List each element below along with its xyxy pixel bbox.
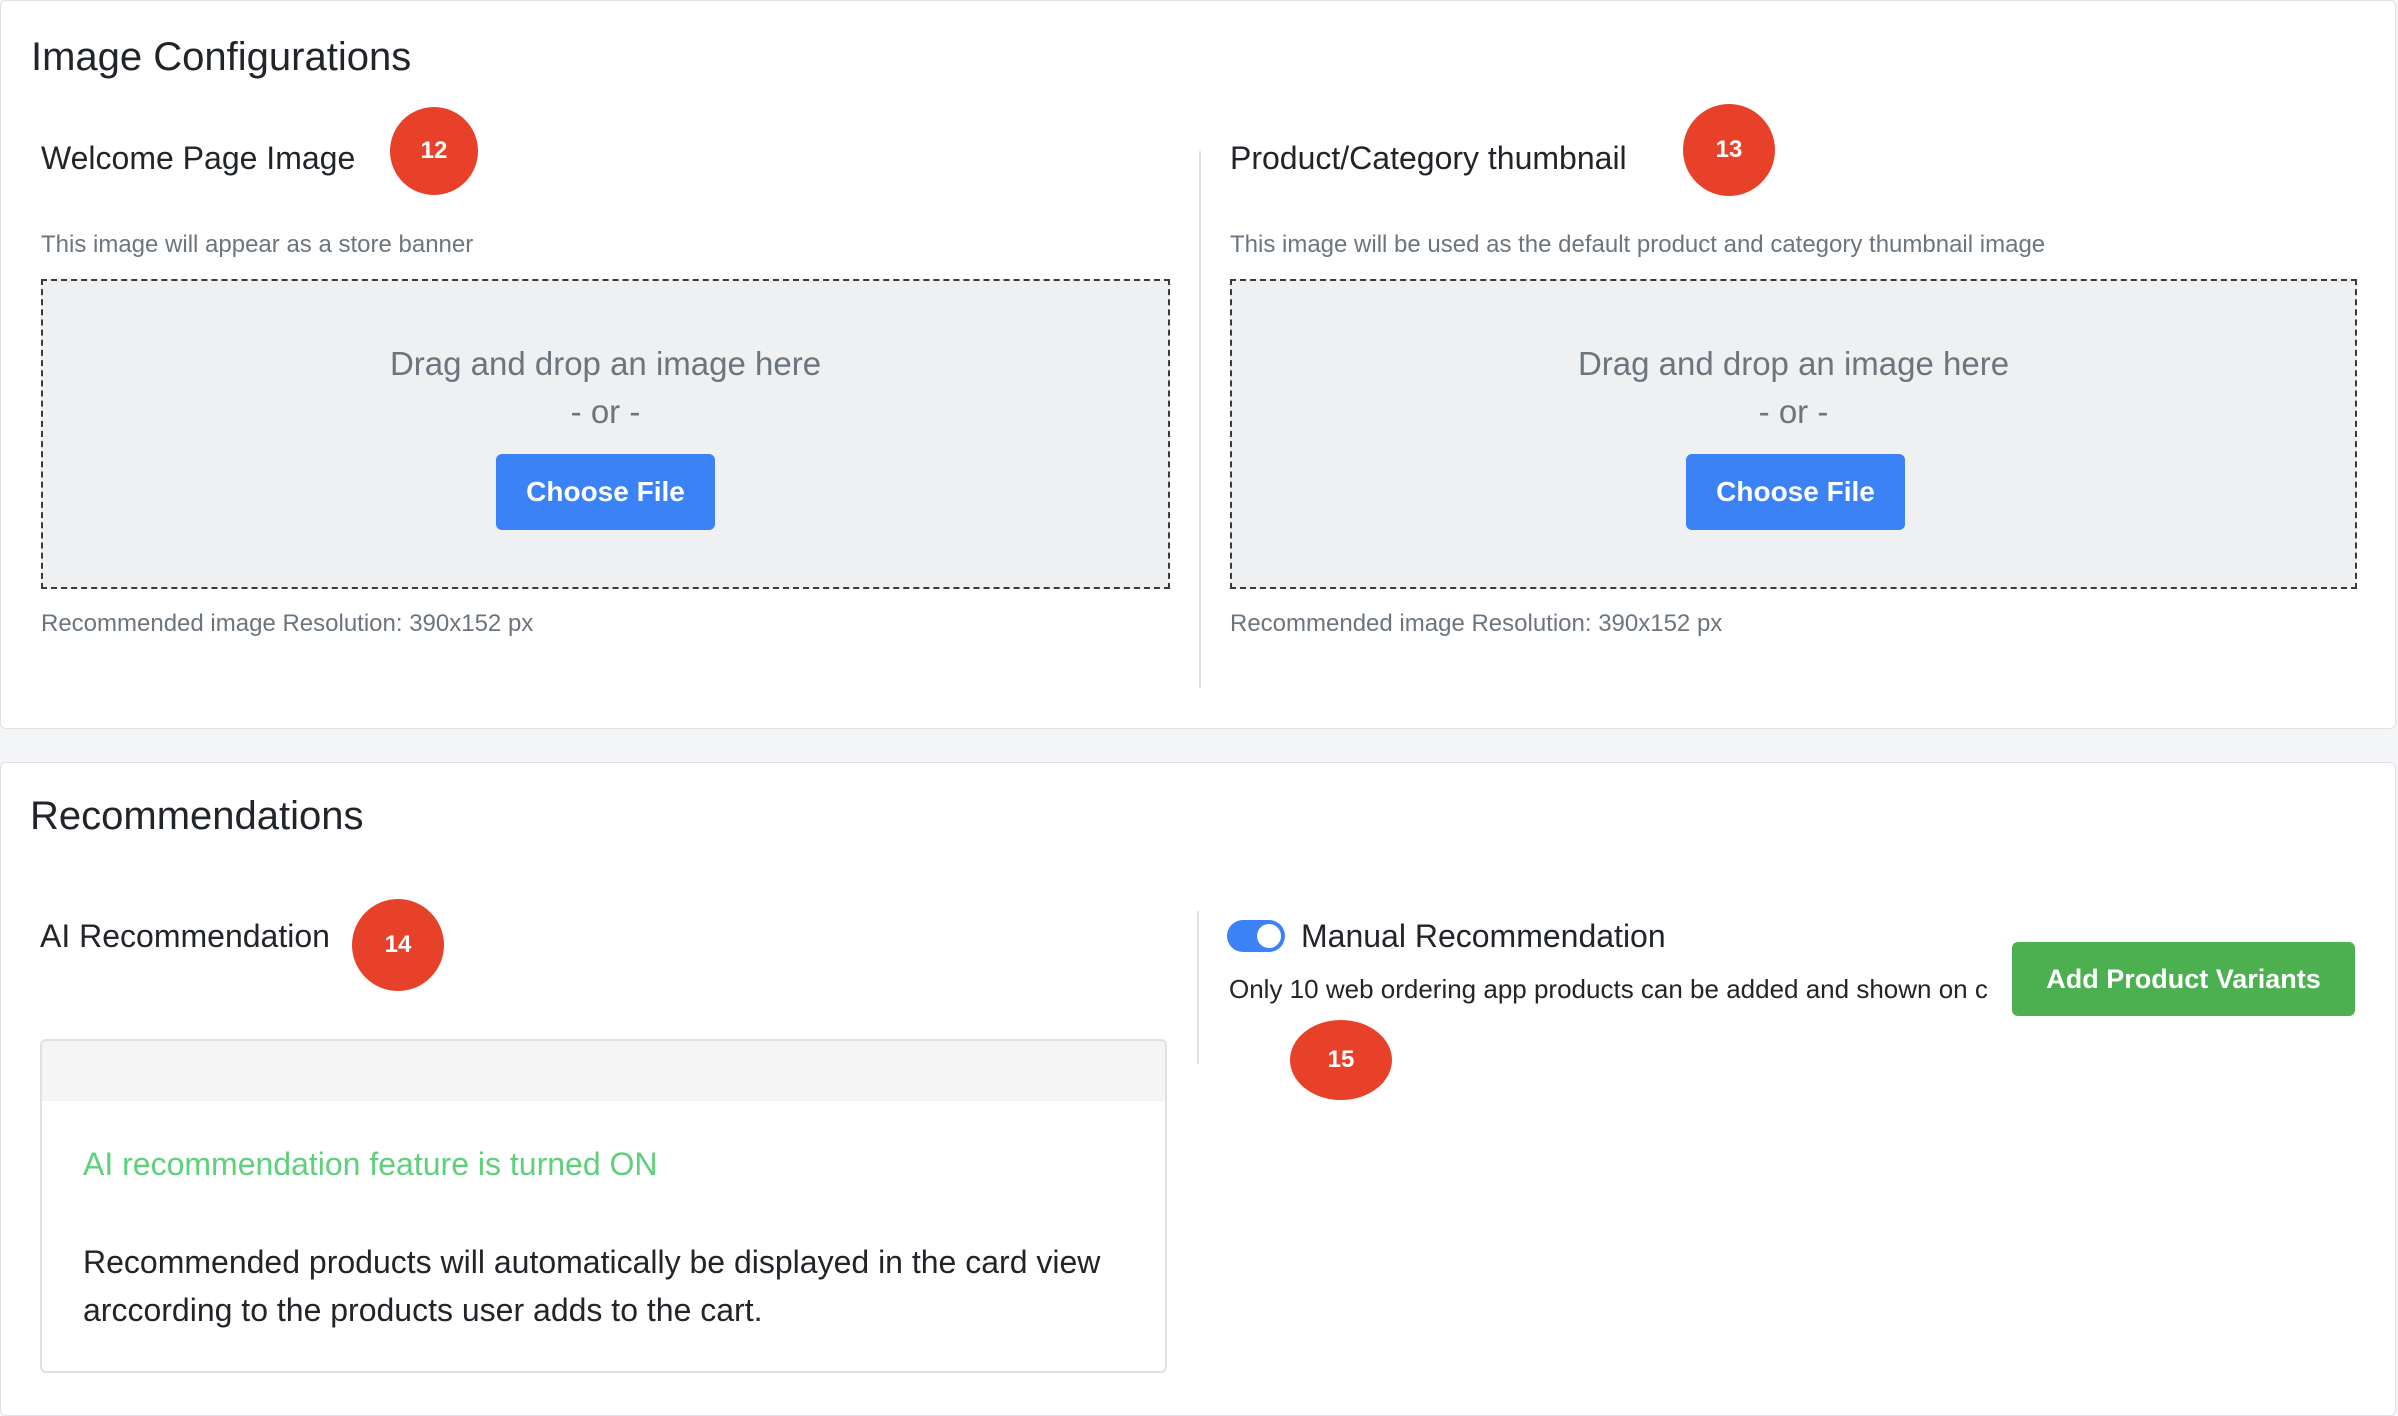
image-configurations-card: Image Configurations Welcome Page Image … [0,0,2396,729]
dropzone-or-text: - or - [1758,393,1829,430]
welcome-image-resolution: Recommended image Resolution: 390x152 px [41,610,534,637]
annotation-badge-12: 12 [390,107,478,195]
welcome-image-hint: This image will appear as a store banner [41,231,474,258]
recommendations-divider [1197,911,1199,1064]
image-configurations-title: Image Configurations [31,35,412,79]
column-divider [1199,151,1201,688]
annotation-badge-13: 13 [1683,104,1775,196]
welcome-choose-file-button[interactable]: Choose File [496,454,715,530]
ai-description: Recommended products will automatically … [83,1244,1101,1328]
annotation-badge-15: 15 [1290,1020,1392,1100]
ai-recommendation-title: AI Recommendation [40,918,330,954]
thumbnail-image-resolution: Recommended image Resolution: 390x152 px [1230,610,1723,637]
thumbnail-choose-file-button[interactable]: Choose File [1686,454,1905,530]
welcome-image-title: Welcome Page Image [41,140,356,176]
manual-recommendation-description: Only 10 web ordering app products can be… [1229,974,1988,1004]
thumbnail-image-dropzone[interactable]: Drag and drop an image here - or - Choos… [1230,279,2357,589]
toggle-knob [1257,924,1281,948]
thumbnail-image-title: Product/Category thumbnail [1230,140,1627,176]
manual-recommendation-title: Manual Recommendation [1301,918,1666,954]
dropzone-text: Drag and drop an image here [1577,345,2010,382]
dropzone-or-text: - or - [570,393,641,430]
welcome-image-dropzone[interactable]: Drag and drop an image here - or - Choos… [41,279,1170,589]
manual-recommendation-toggle[interactable] [1227,920,1285,952]
ai-recommendation-panel: AI recommendation feature is turned ON R… [40,1039,1167,1373]
ai-panel-header [42,1041,1165,1101]
recommendations-title: Recommendations [30,794,364,838]
annotation-badge-14: 14 [352,899,444,991]
add-product-variants-button[interactable]: Add Product Variants [2012,942,2355,1016]
ai-status-text: AI recommendation feature is turned ON [83,1146,658,1182]
dropzone-text: Drag and drop an image here [389,345,822,382]
thumbnail-image-hint: This image will be used as the default p… [1230,231,2046,258]
